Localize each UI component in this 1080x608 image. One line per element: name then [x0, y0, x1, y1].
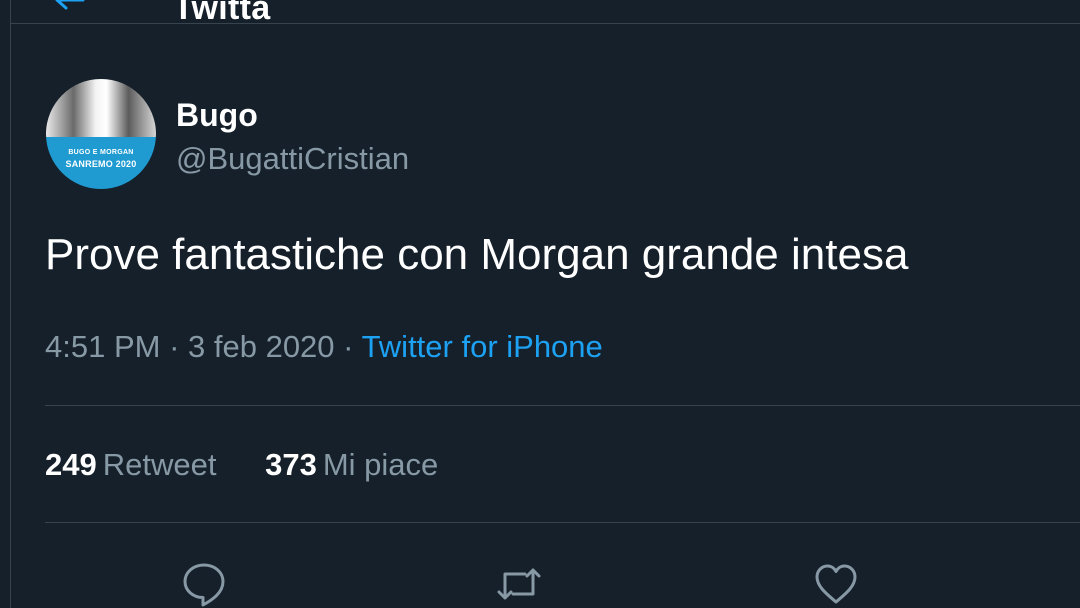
header-bar: Twitta [0, 0, 1080, 53]
likes-count: 373 [265, 447, 317, 482]
reply-icon [183, 563, 225, 607]
stats-top-divider [45, 405, 1080, 406]
reply-button[interactable] [180, 560, 228, 608]
like-button[interactable] [812, 560, 860, 608]
tweet-source-link[interactable]: Twitter for iPhone [362, 329, 603, 364]
meta-separator: · [169, 329, 189, 364]
likes-label: Mi piace [322, 447, 439, 482]
header-divider [10, 23, 1080, 24]
retweet-button[interactable] [495, 560, 543, 608]
back-arrow-icon[interactable] [55, 0, 85, 10]
tweet-time[interactable]: 4:51 PM [45, 329, 160, 364]
like-icon [815, 564, 857, 604]
author-name[interactable]: Bugo [176, 96, 258, 134]
tweet-meta: 4:51 PM · 3 feb 2020 · Twitter for iPhon… [45, 328, 603, 366]
avatar-photo [46, 79, 156, 137]
tweet-date[interactable]: 3 feb 2020 [188, 329, 335, 364]
retweets-label: Retweet [102, 447, 217, 482]
tweet-detail-screen: Twitta BUGO E MORGAN SANREMO 2020 Bugo @… [0, 0, 1080, 608]
likes-stat[interactable]: 373 Mi piace [265, 446, 438, 484]
meta-separator: · [343, 329, 362, 364]
avatar[interactable]: BUGO E MORGAN SANREMO 2020 [46, 79, 156, 189]
column-border [10, 0, 11, 608]
tweet-stats: 249 Retweet 373 Mi piace [45, 446, 478, 484]
tweet-text: Prove fantastiche con Morgan grande inte… [45, 230, 909, 279]
avatar-banner-line2: SANREMO 2020 [65, 159, 137, 169]
author-handle[interactable]: @BugattiCristian [176, 140, 409, 178]
retweet-icon [497, 568, 541, 600]
avatar-banner: BUGO E MORGAN SANREMO 2020 [46, 137, 156, 189]
retweets-stat[interactable]: 249 Retweet [45, 446, 216, 484]
stats-bottom-divider [45, 522, 1080, 523]
retweets-count: 249 [45, 447, 97, 482]
avatar-banner-line1: BUGO E MORGAN [68, 149, 134, 156]
